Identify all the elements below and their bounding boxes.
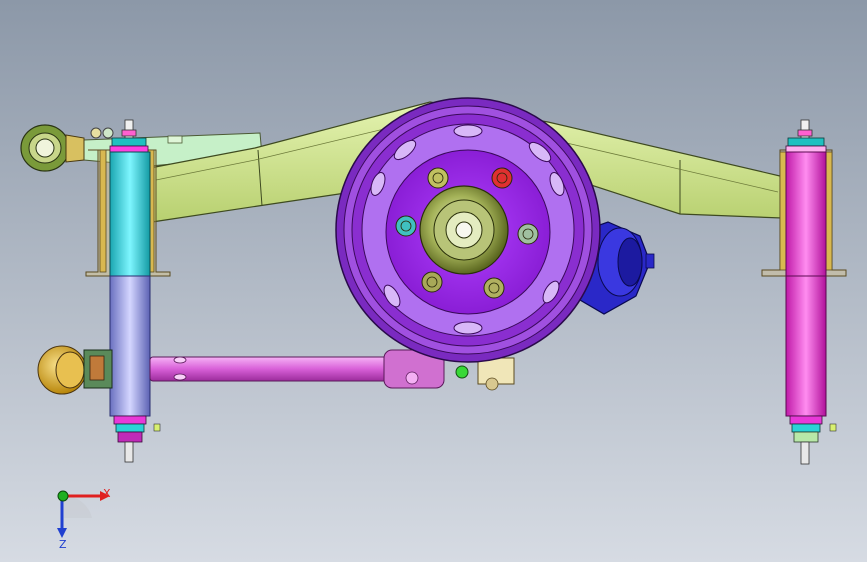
triad-x-label: X <box>103 487 111 500</box>
model-canvas[interactable]: X Z <box>0 0 867 562</box>
wheel-assembly[interactable] <box>335 97 601 363</box>
triad-z-label: Z <box>59 538 67 551</box>
cad-3d-viewport[interactable]: X Z <box>0 0 867 562</box>
lower-left-bushing[interactable] <box>37 345 113 395</box>
